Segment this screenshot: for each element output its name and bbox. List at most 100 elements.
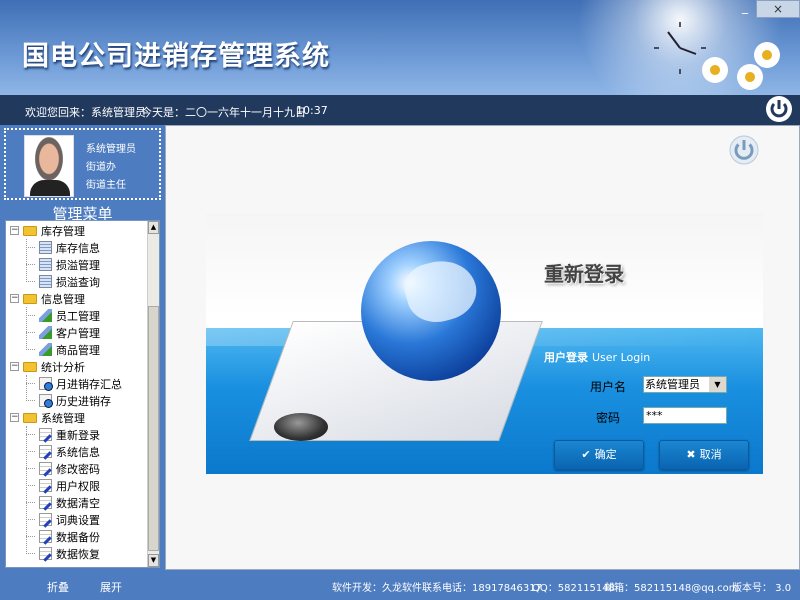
globe-illustration [361,241,501,381]
tree-item[interactable]: 重新登录 [26,426,100,443]
time-text: 10:37 [296,104,328,117]
tree-group-label: 系统管理 [41,411,85,425]
login-header-cn: 用户登录 [544,351,588,364]
tree-connector [26,332,35,333]
tree-item[interactable]: 数据清空 [26,494,100,511]
email-text: 邮箱：582115148@qq.com [604,583,739,594]
tree-item[interactable]: 月进销存汇总 [26,375,122,392]
notepad-edit-icon [39,445,52,458]
tree-connector [26,434,35,435]
tree-item[interactable]: 损溢管理 [26,256,100,273]
notepad-edit-icon [39,530,52,543]
table-icon [39,275,52,288]
tree-connector [26,281,35,282]
tree-line [26,239,27,282]
close-button[interactable]: × [756,0,800,18]
tree-item-label: 用户权限 [56,479,100,493]
tree-connector [26,349,35,350]
close-icon: ✖ [686,448,696,461]
tree-item-label: 员工管理 [56,309,100,323]
pencil-icon [39,326,52,339]
tree-item-label: 数据恢复 [56,547,100,561]
collapse-toggle-icon[interactable]: − [10,362,19,371]
tree-item[interactable]: 商品管理 [26,341,100,358]
tree-connector [26,519,35,520]
tree-item-label: 损溢查询 [56,275,100,289]
tree-item[interactable]: 系统信息 [26,443,100,460]
tree-item[interactable]: 客户管理 [26,324,100,341]
user-profile: 系统管理员 街道办 街道主任 [4,128,161,200]
tree-item-label: 修改密码 [56,462,100,476]
tree-item[interactable]: 员工管理 [26,307,100,324]
notepad-edit-icon [39,496,52,509]
ok-button[interactable]: ✔ 确定 [554,440,644,470]
check-icon: ✔ [581,448,591,461]
tree-item[interactable]: 词典设置 [26,511,100,528]
report-search-icon [39,394,53,408]
folder-open-icon [23,293,37,304]
tree-item[interactable]: 历史进销存 [26,392,111,409]
folder-open-icon [23,412,37,423]
tree-group[interactable]: − 统计分析 [10,358,85,375]
cancel-button[interactable]: ✖ 取消 [659,440,749,470]
daisy-decoration [700,55,730,85]
minimize-button[interactable]: _ [734,0,756,18]
tree-item-label: 商品管理 [56,343,100,357]
collapse-toggle-icon[interactable]: − [10,413,19,422]
tree-group[interactable]: − 库存管理 [10,222,85,239]
tree-item[interactable]: 用户权限 [26,477,100,494]
tree-group[interactable]: − 信息管理 [10,290,85,307]
avatar [24,135,74,197]
status-bar: 折叠 展开 软件开发：久龙软件 联系电话：18917846317 QQ：5821… [0,570,800,600]
power-icon[interactable] [728,134,760,166]
tree-item-label: 损溢管理 [56,258,100,272]
scroll-up-button[interactable]: ▲ [148,221,159,234]
tree-item[interactable]: 修改密码 [26,460,100,477]
relogin-title: 重新登录 [544,262,624,286]
scroll-down-button[interactable]: ▼ [148,554,159,567]
tree-item-label: 客户管理 [56,326,100,340]
scrollbar[interactable]: ▲ ▼ [147,221,159,567]
tree-item[interactable]: 数据恢复 [26,545,100,562]
tree-connector [26,315,35,316]
username-select[interactable]: 系统管理员 ▼ [643,376,727,393]
tree-item-label: 月进销存汇总 [56,377,122,391]
tree-connector [26,247,35,248]
expand-button[interactable]: 展开 [100,579,122,595]
notepad-edit-icon [39,547,52,560]
chevron-down-icon[interactable]: ▼ [709,377,726,392]
pencil-icon [39,309,52,322]
version-text: 版本号： 3.0 [732,583,792,594]
tree-connector [26,468,35,469]
ok-label: 确定 [594,448,617,461]
password-input[interactable]: *** [643,407,727,424]
tree-connector [26,536,35,537]
tree-item[interactable]: 库存信息 [26,239,100,256]
phone-text: 联系电话：18917846317 [422,583,542,594]
collapse-toggle-icon[interactable]: − [10,294,19,303]
username-label: 用户名 [590,380,627,394]
collapse-button[interactable]: 折叠 [47,579,69,595]
profile-role: 系统管理员 [86,144,136,155]
notepad-edit-icon [39,428,52,441]
power-icon[interactable] [764,94,794,124]
qq-text: QQ：582115148 [532,583,616,594]
login-header: 用户登录 User Login [544,349,650,365]
daisy-decoration [752,40,782,70]
welcome-text: 欢迎您回来：系统管理员 [25,106,146,119]
collapse-toggle-icon[interactable]: − [10,226,19,235]
mouse-illustration [274,413,328,441]
tree-group[interactable]: − 系统管理 [10,409,85,426]
tree-item-label: 数据备份 [56,530,100,544]
username-value: 系统管理员 [645,378,700,391]
tree-item-label: 词典设置 [56,513,100,527]
notepad-edit-icon [39,513,52,526]
profile-position: 街道主任 [86,180,126,191]
tree-item[interactable]: 损溢查询 [26,273,100,290]
main-content: 重新登录 用户登录 User Login 用户名 系统管理员 ▼ 密码 *** ✔ 确… [165,125,800,570]
tree-group-label: 信息管理 [41,292,85,306]
left-panel: 系统管理员 街道办 街道主任 管理菜单 − 库存管理 库存信息 损溢管理 损溢查询 − 信息… [0,125,165,570]
scroll-thumb[interactable] [148,306,159,551]
date-text: 今天是：二〇一六年十一月十九日 [141,106,306,119]
tree-item[interactable]: 数据备份 [26,528,100,545]
